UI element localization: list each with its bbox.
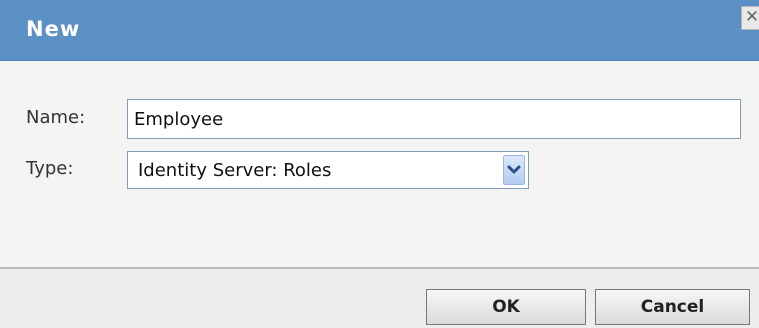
- type-label: Type:: [26, 158, 74, 179]
- type-dropdown-button[interactable]: [503, 155, 525, 185]
- name-label: Name:: [26, 107, 86, 128]
- close-button[interactable]: ✕: [741, 6, 759, 30]
- name-input[interactable]: [127, 99, 741, 139]
- dialog-title: New: [26, 17, 81, 41]
- chevron-down-icon: [507, 165, 521, 174]
- ok-button[interactable]: OK: [426, 289, 586, 325]
- cancel-button[interactable]: Cancel: [595, 289, 750, 325]
- type-select[interactable]: Identity Server: Roles: [127, 151, 529, 189]
- type-select-value: Identity Server: Roles: [138, 160, 332, 181]
- new-dialog: New ✕ Name: Type: Identity Server: Roles…: [0, 0, 759, 328]
- close-icon: ✕: [744, 7, 759, 27]
- dialog-titlebar: New ✕: [0, 0, 759, 61]
